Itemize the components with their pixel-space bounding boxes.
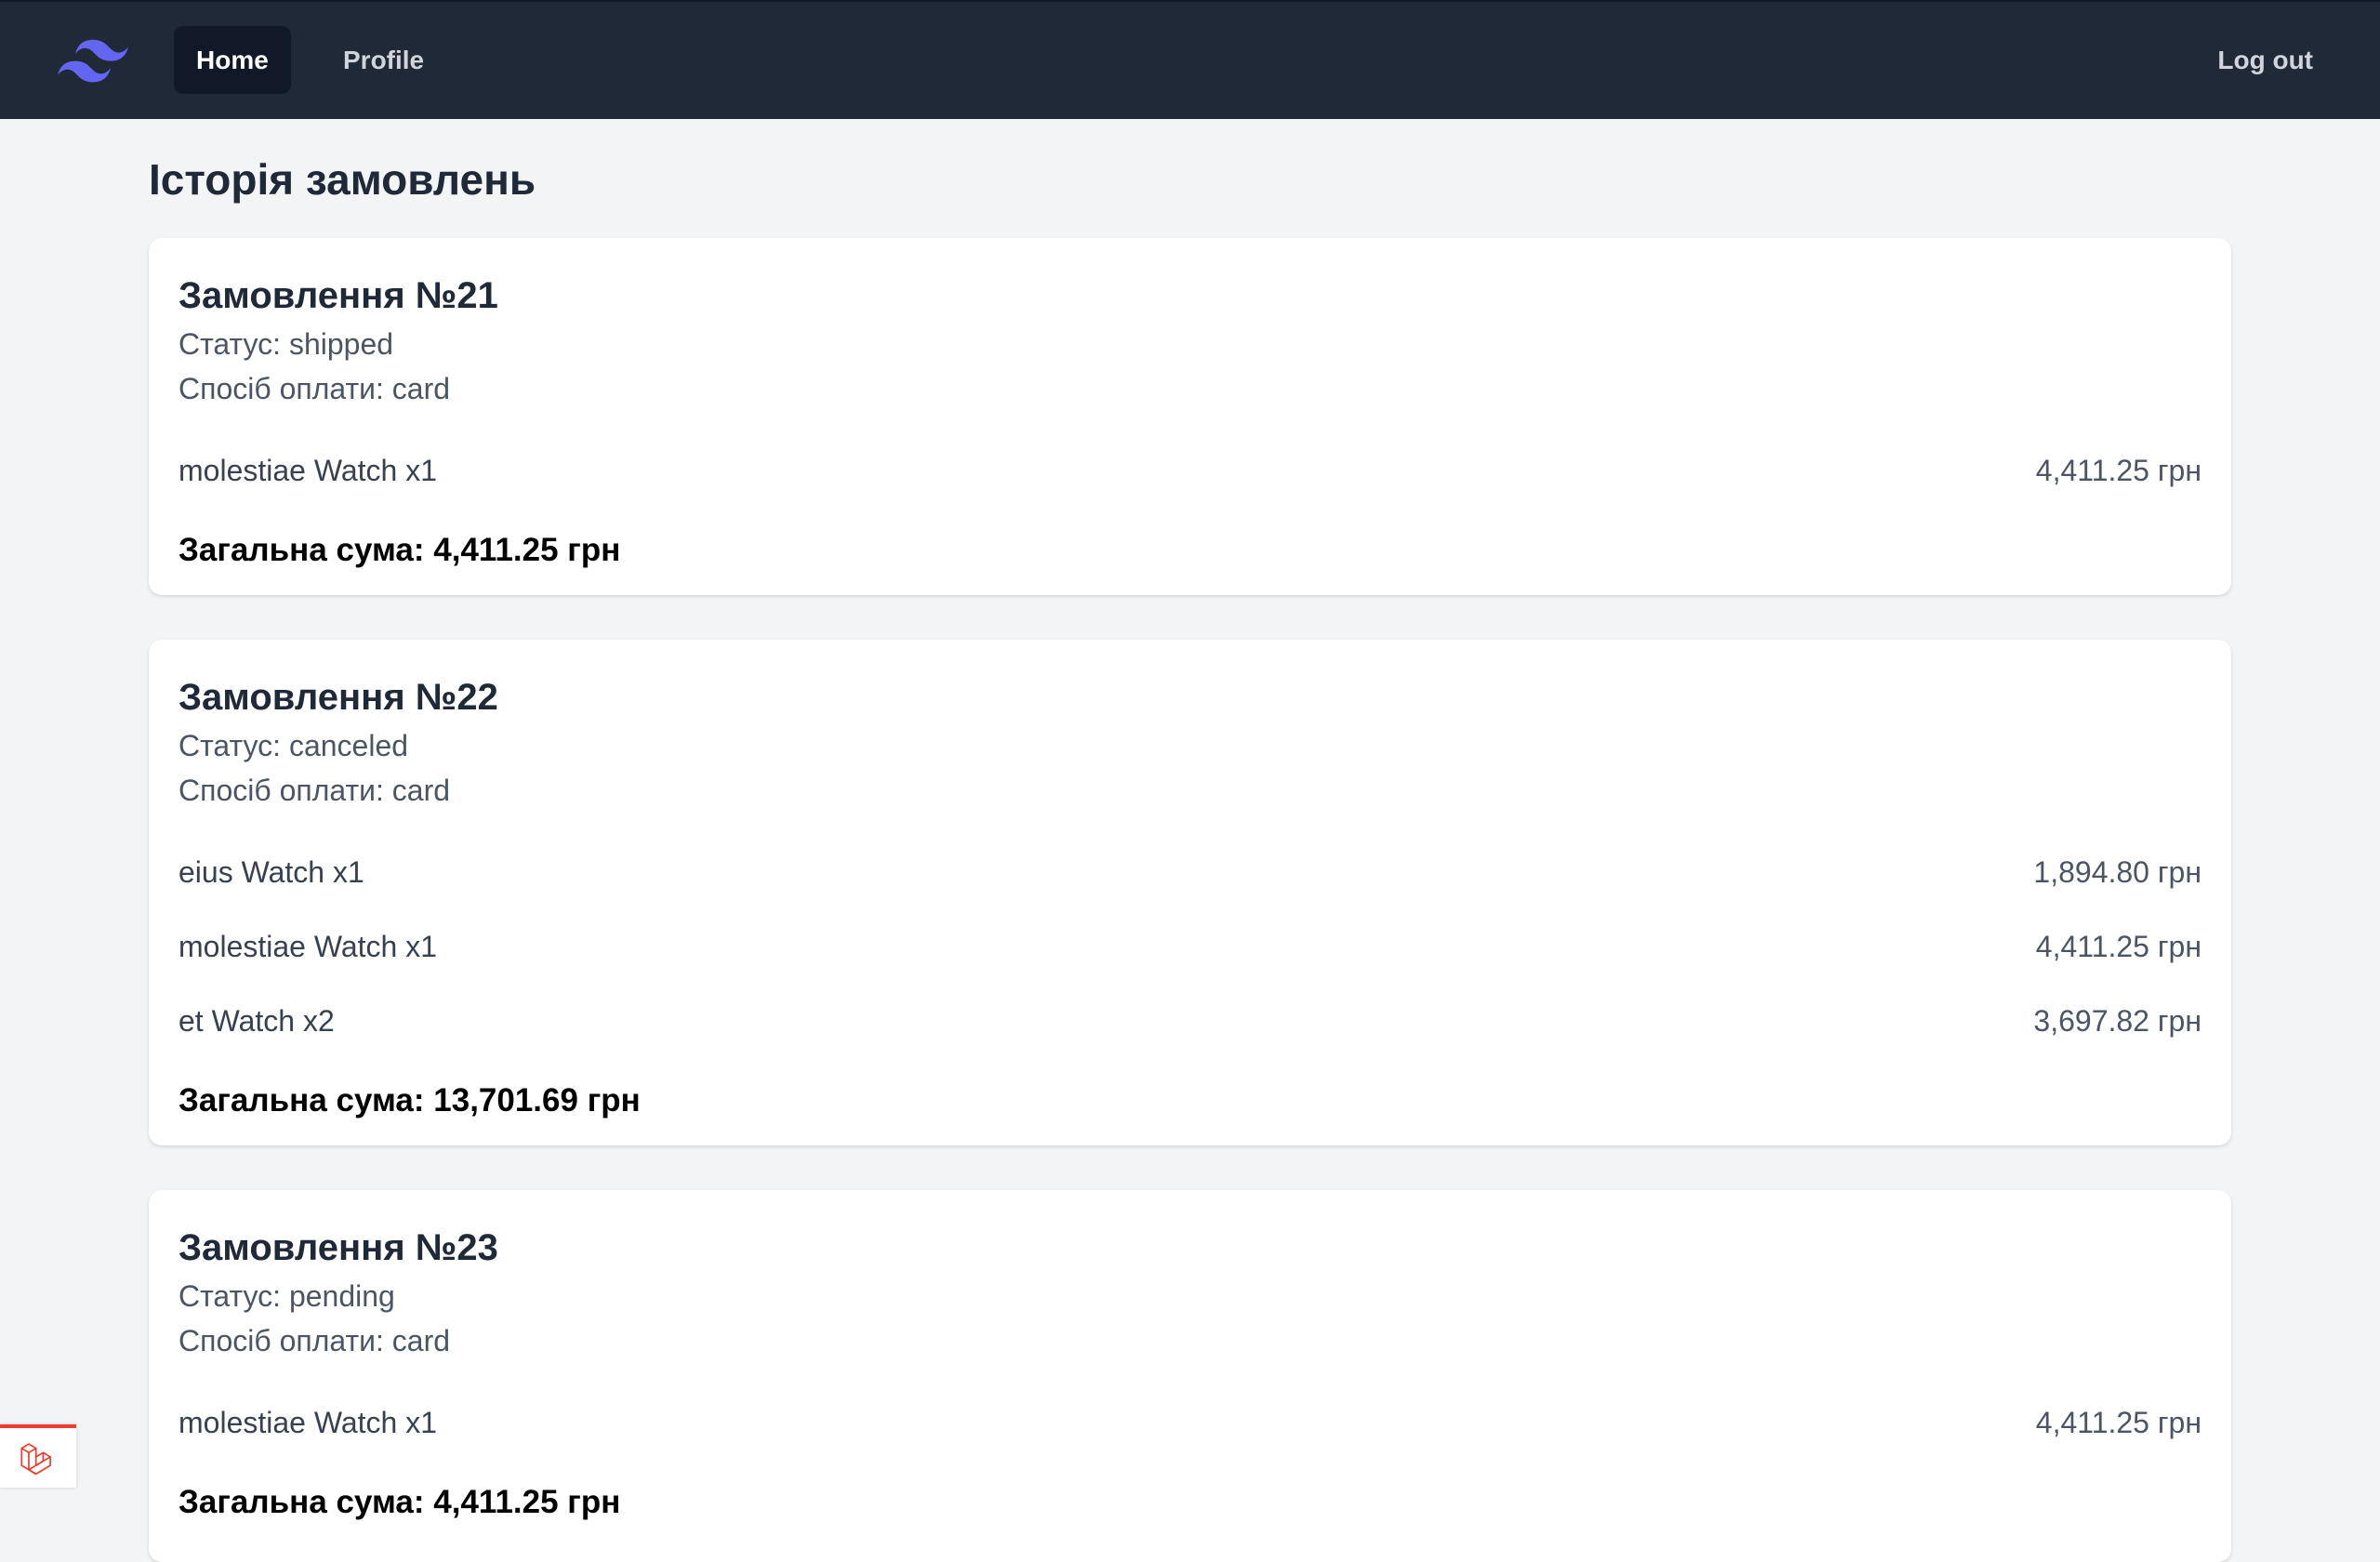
laravel-icon — [20, 1443, 51, 1476]
nav-home-link[interactable]: Home — [174, 26, 291, 94]
order-total: Загальна сума: 4,411.25 грн — [178, 532, 621, 568]
order-item: molestiae Watch x1 4,411.25 грн — [178, 433, 2202, 508]
order-item: molestiae Watch x1 4,411.25 грн — [178, 909, 2202, 984]
page-title: Історія замовлень — [149, 155, 536, 204]
order-item-name: eius Watch x1 — [178, 854, 364, 889]
order-status: Статус: shipped — [178, 327, 394, 361]
order-payment-method: Спосіб оплати: card — [178, 774, 451, 807]
debugbar-toggle-button[interactable] — [0, 1424, 76, 1488]
order-item-name: et Watch x2 — [178, 1003, 335, 1038]
order-item-name: molestiae Watch x1 — [178, 929, 438, 963]
order-card: Замовлення №23 Статус: pending Спосіб оп… — [149, 1190, 2231, 1562]
order-status: Статус: canceled — [178, 729, 409, 762]
order-item-price: 4,411.25 грн — [2035, 929, 2202, 963]
order-status: Статус: pending — [178, 1279, 395, 1313]
order-title: Замовлення №23 — [178, 1227, 498, 1268]
order-item-price: 3,697.82 грн — [2033, 1003, 2202, 1038]
order-payment-method: Спосіб оплати: card — [178, 372, 451, 405]
order-item: et Watch x2 3,697.82 грн — [178, 984, 2202, 1058]
logout-link[interactable]: Log out — [2195, 26, 2335, 94]
nav-profile-link[interactable]: Profile — [321, 26, 446, 94]
order-item-name: molestiae Watch x1 — [178, 453, 438, 487]
order-card: Замовлення №21 Статус: shipped Спосіб оп… — [149, 238, 2231, 595]
order-payment-method: Спосіб оплати: card — [178, 1324, 451, 1357]
order-items-list: molestiae Watch x1 4,411.25 грн — [178, 1385, 2202, 1460]
order-items-list: molestiae Watch x1 4,411.25 грн — [178, 433, 2202, 508]
order-title: Замовлення №21 — [178, 275, 498, 316]
order-title: Замовлення №22 — [178, 677, 498, 718]
order-item: eius Watch x1 1,894.80 грн — [178, 835, 2202, 909]
order-items-list: eius Watch x1 1,894.80 грн molestiae Wat… — [178, 835, 2202, 1058]
order-item-price: 1,894.80 грн — [2033, 854, 2202, 889]
order-item-price: 4,411.25 грн — [2035, 1405, 2202, 1439]
top-navbar: Home Profile Log out — [0, 0, 2380, 119]
tailwind-logo-icon[interactable] — [58, 39, 128, 84]
order-item: molestiae Watch x1 4,411.25 грн — [178, 1385, 2202, 1460]
order-card: Замовлення №22 Статус: canceled Спосіб о… — [149, 640, 2231, 1145]
order-item-name: molestiae Watch x1 — [178, 1405, 438, 1439]
order-total: Загальна сума: 4,411.25 грн — [178, 1484, 621, 1520]
order-total: Загальна сума: 13,701.69 грн — [178, 1082, 641, 1119]
order-item-price: 4,411.25 грн — [2035, 453, 2202, 487]
